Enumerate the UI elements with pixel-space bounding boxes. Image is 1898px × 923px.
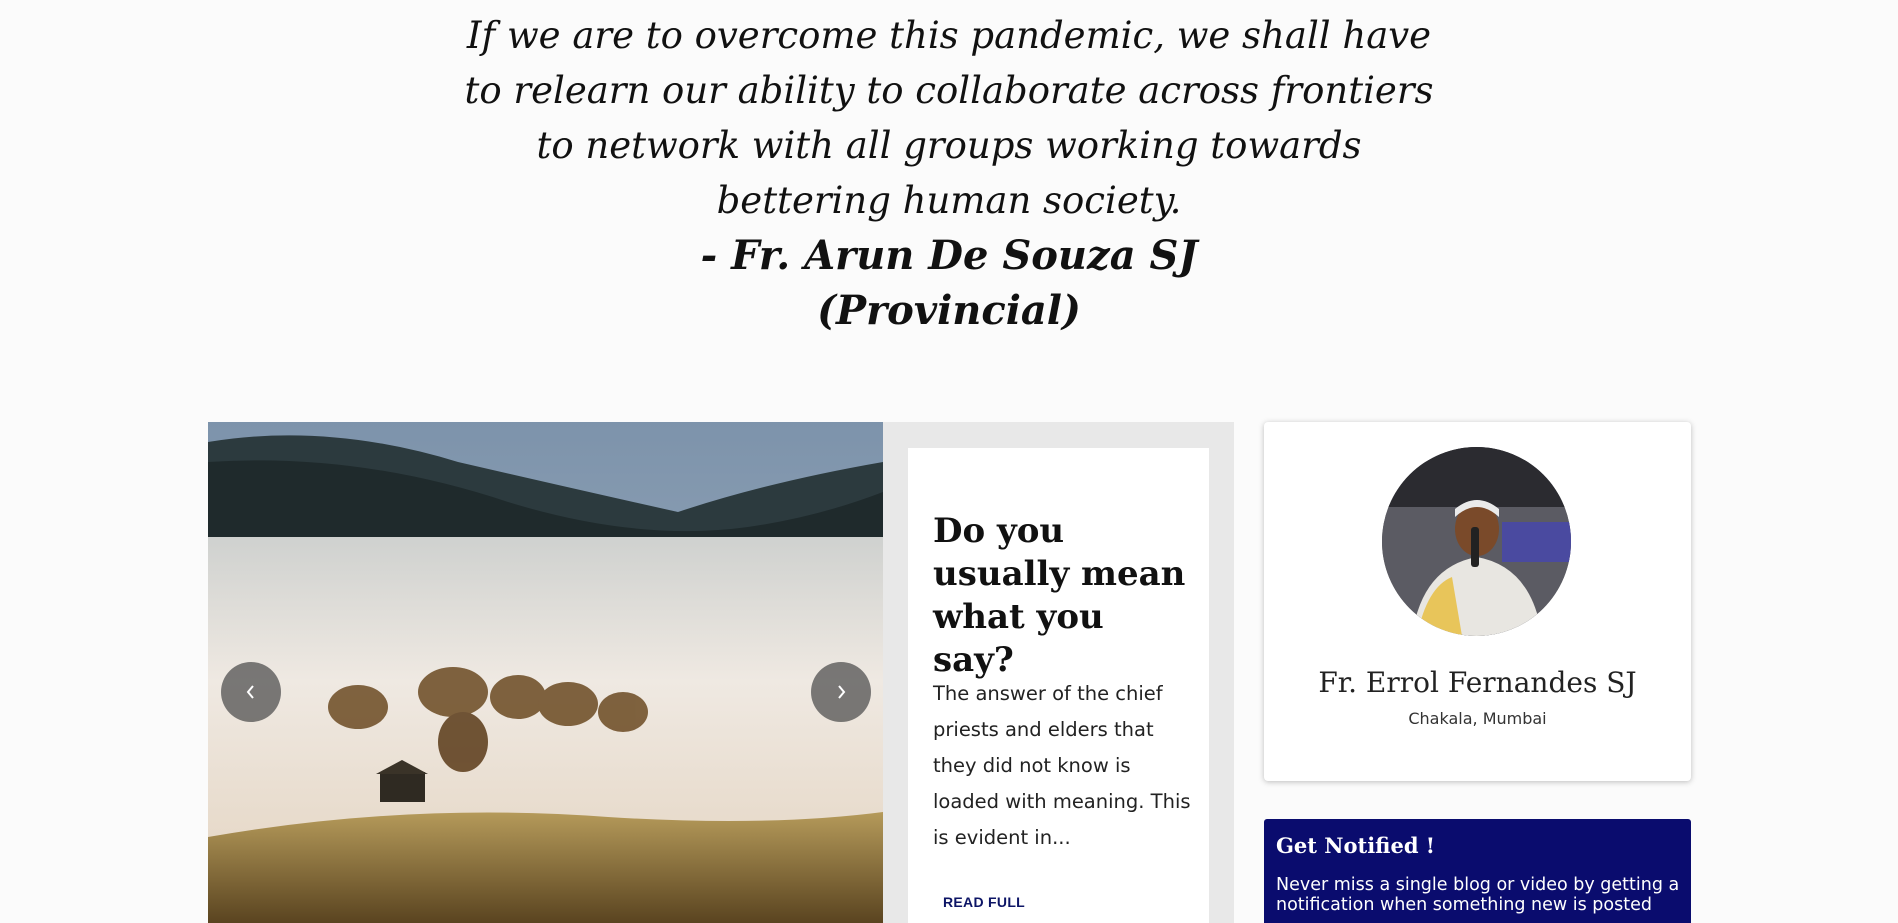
carousel-prev-button[interactable] bbox=[221, 662, 281, 722]
quote-author: - Fr. Arun De Souza SJ (Provincial) bbox=[649, 228, 1249, 338]
avatar bbox=[1382, 447, 1571, 636]
get-notified-box: Get Notified ! Never miss a single blog … bbox=[1264, 819, 1691, 923]
post-title[interactable]: Do you usually mean what you say? bbox=[933, 510, 1193, 682]
post-card: Do you usually mean what you say? The an… bbox=[908, 448, 1209, 923]
chevron-right-icon bbox=[838, 685, 846, 699]
speaker-photo bbox=[1382, 447, 1571, 636]
profile-card: Fr. Errol Fernandes SJ Chakala, Mumbai bbox=[1264, 422, 1691, 781]
carousel-next-button[interactable] bbox=[811, 662, 871, 722]
quote-author-role: (Provincial) bbox=[817, 287, 1081, 334]
notify-text: Never miss a single blog or video by get… bbox=[1276, 875, 1680, 915]
quote-text: If we are to overcome this pandemic, we … bbox=[464, 14, 1434, 222]
profile-location: Chakala, Mumbai bbox=[1408, 709, 1547, 728]
image-carousel[interactable] bbox=[208, 422, 883, 923]
misty-landscape-image bbox=[208, 422, 883, 923]
post-panel: Do you usually mean what you say? The an… bbox=[883, 422, 1234, 923]
post-excerpt: The answer of the chief priests and elde… bbox=[933, 682, 1191, 849]
notify-title: Get Notified ! bbox=[1276, 833, 1436, 858]
chevron-left-icon bbox=[246, 685, 254, 699]
quote-author-name: - Fr. Arun De Souza SJ bbox=[700, 232, 1198, 279]
read-full-link[interactable]: READ FULL bbox=[943, 894, 1025, 910]
profile-name: Fr. Errol Fernandes SJ bbox=[1318, 666, 1637, 699]
